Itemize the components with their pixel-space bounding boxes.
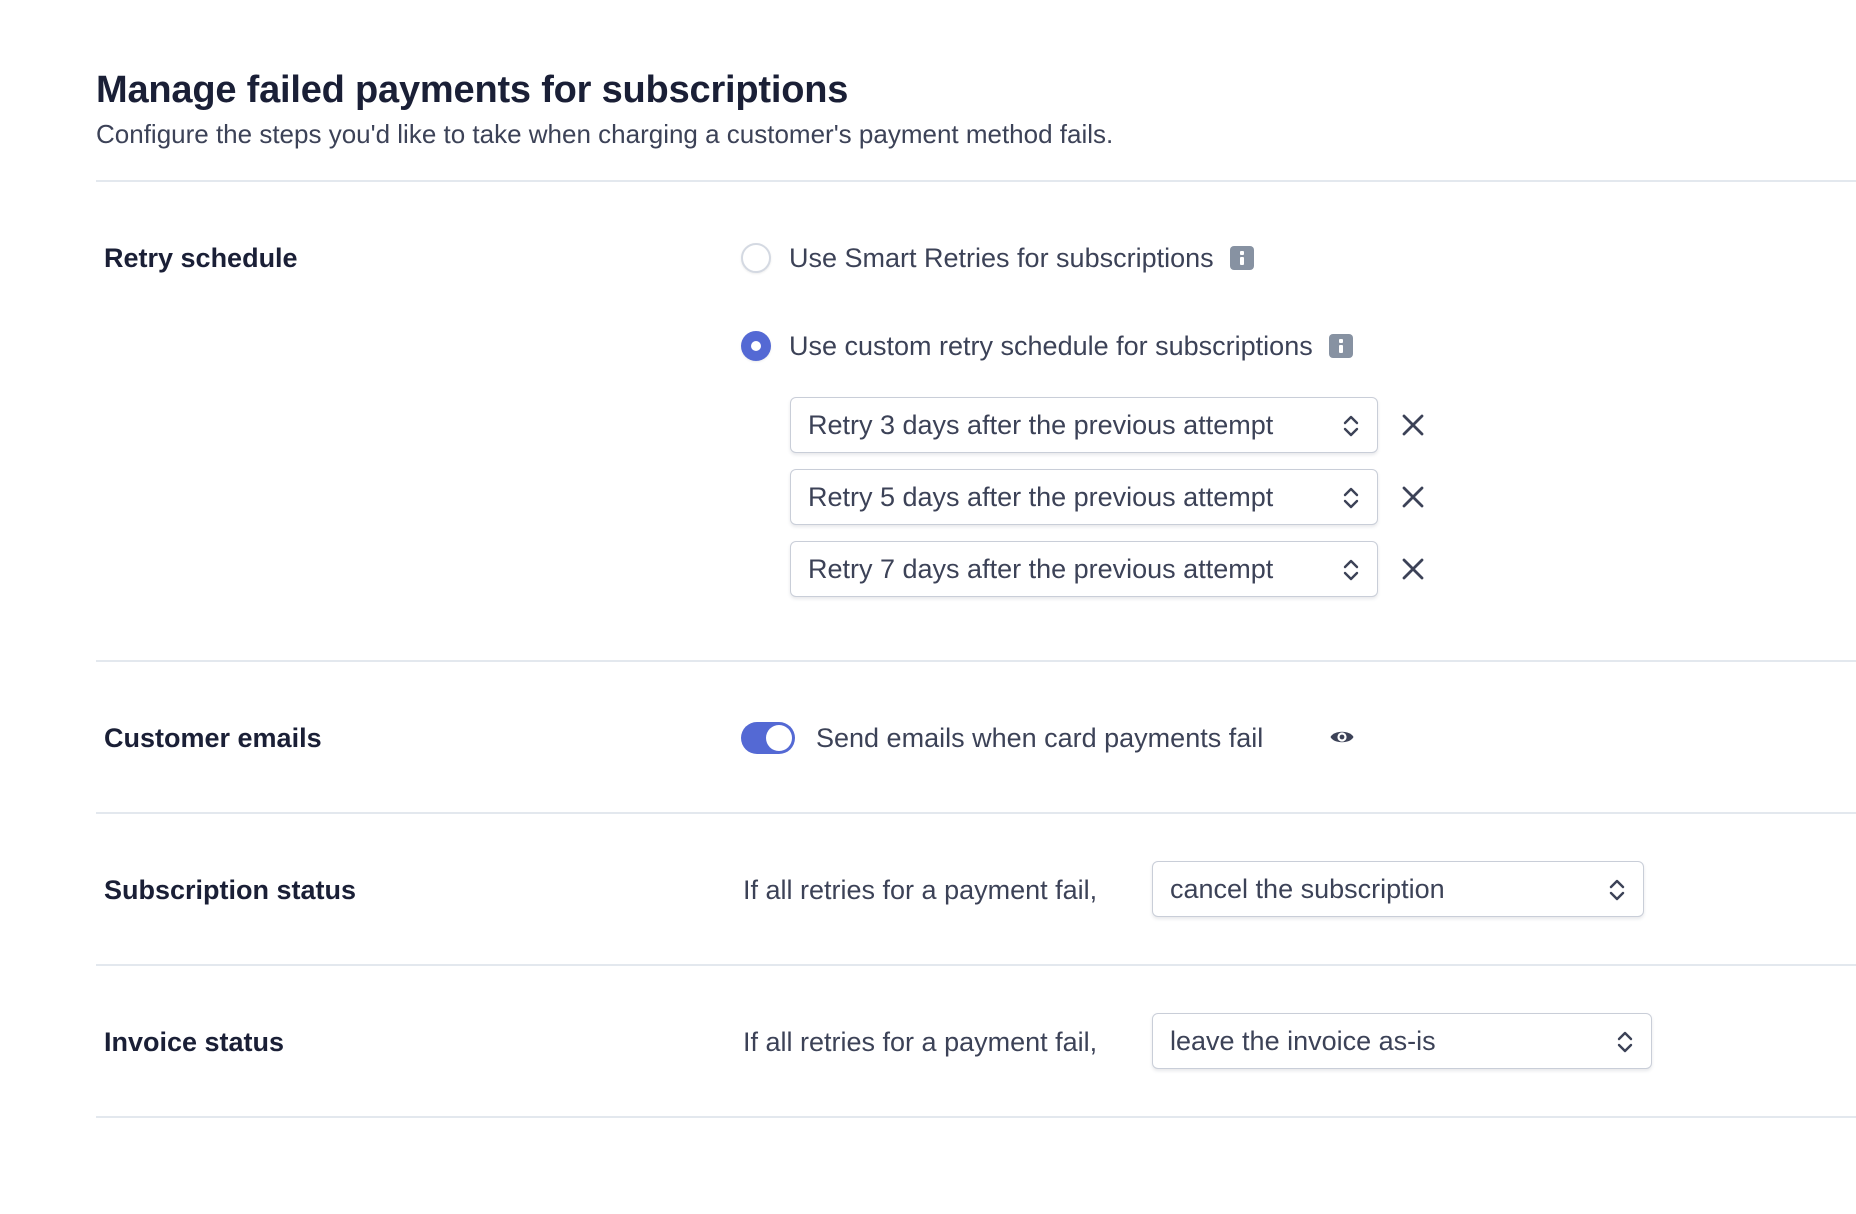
retry-step-value: Retry 3 days after the previous attempt (808, 410, 1274, 440)
info-icon[interactable] (1229, 246, 1254, 270)
retry-step-select-3[interactable]: Retry 7 days after the previous attempt (790, 541, 1378, 597)
close-icon[interactable] (1400, 412, 1426, 438)
custom-retry-radio[interactable] (741, 331, 771, 361)
retry-step-select-1[interactable]: Retry 3 days after the previous attempt (790, 397, 1378, 453)
close-icon[interactable] (1400, 484, 1426, 510)
custom-retry-label[interactable]: Use custom retry schedule for subscripti… (789, 328, 1313, 364)
retry-schedule-label: Retry schedule (104, 243, 298, 273)
info-icon[interactable] (1328, 334, 1353, 358)
divider (96, 964, 1856, 966)
retry-step-select-2[interactable]: Retry 5 days after the previous attempt (790, 469, 1378, 525)
divider (96, 1116, 1856, 1118)
toggle-knob (766, 725, 792, 751)
invoice-status-label: Invoice status (104, 1027, 285, 1057)
divider (96, 812, 1856, 814)
invoice-status-select[interactable]: leave the invoice as-is (1152, 1013, 1652, 1069)
smart-retries-label[interactable]: Use Smart Retries for subscriptions (789, 240, 1214, 276)
retry-step-value: Retry 7 days after the previous attempt (808, 554, 1274, 584)
send-emails-label: Send emails when card payments fail (816, 723, 1264, 753)
chevron-up-down-icon (1343, 559, 1359, 581)
divider (96, 180, 1856, 182)
chevron-up-down-icon (1343, 487, 1359, 509)
subscription-status-select[interactable]: cancel the subscription (1152, 861, 1644, 917)
chevron-up-down-icon (1343, 415, 1359, 437)
invoice-status-prefix: If all retries for a payment fail, (743, 1027, 1098, 1057)
retry-step-value: Retry 5 days after the previous attempt (808, 482, 1274, 512)
eye-icon[interactable] (1329, 726, 1355, 748)
subscription-status-label: Subscription status (104, 875, 357, 905)
chevron-up-down-icon (1617, 1031, 1633, 1053)
invoice-status-value: leave the invoice as-is (1170, 1026, 1436, 1056)
chevron-up-down-icon (1609, 879, 1625, 901)
subscription-status-value: cancel the subscription (1170, 874, 1445, 904)
page-header: Manage failed payments for subscriptions… (96, 64, 1113, 152)
subscription-status-prefix: If all retries for a payment fail, (743, 875, 1098, 905)
customer-emails-label: Customer emails (104, 723, 322, 753)
smart-retries-radio[interactable] (741, 243, 771, 273)
custom-retry-option[interactable]: Use custom retry schedule for subscripti… (741, 328, 1353, 364)
close-icon[interactable] (1400, 556, 1426, 582)
divider (96, 660, 1856, 662)
smart-retries-option[interactable]: Use Smart Retries for subscriptions (741, 240, 1254, 276)
page-subtitle: Configure the steps you'd like to take w… (96, 119, 1114, 149)
page-title: Manage failed payments for subscriptions (96, 69, 849, 111)
send-emails-toggle[interactable] (741, 722, 795, 754)
